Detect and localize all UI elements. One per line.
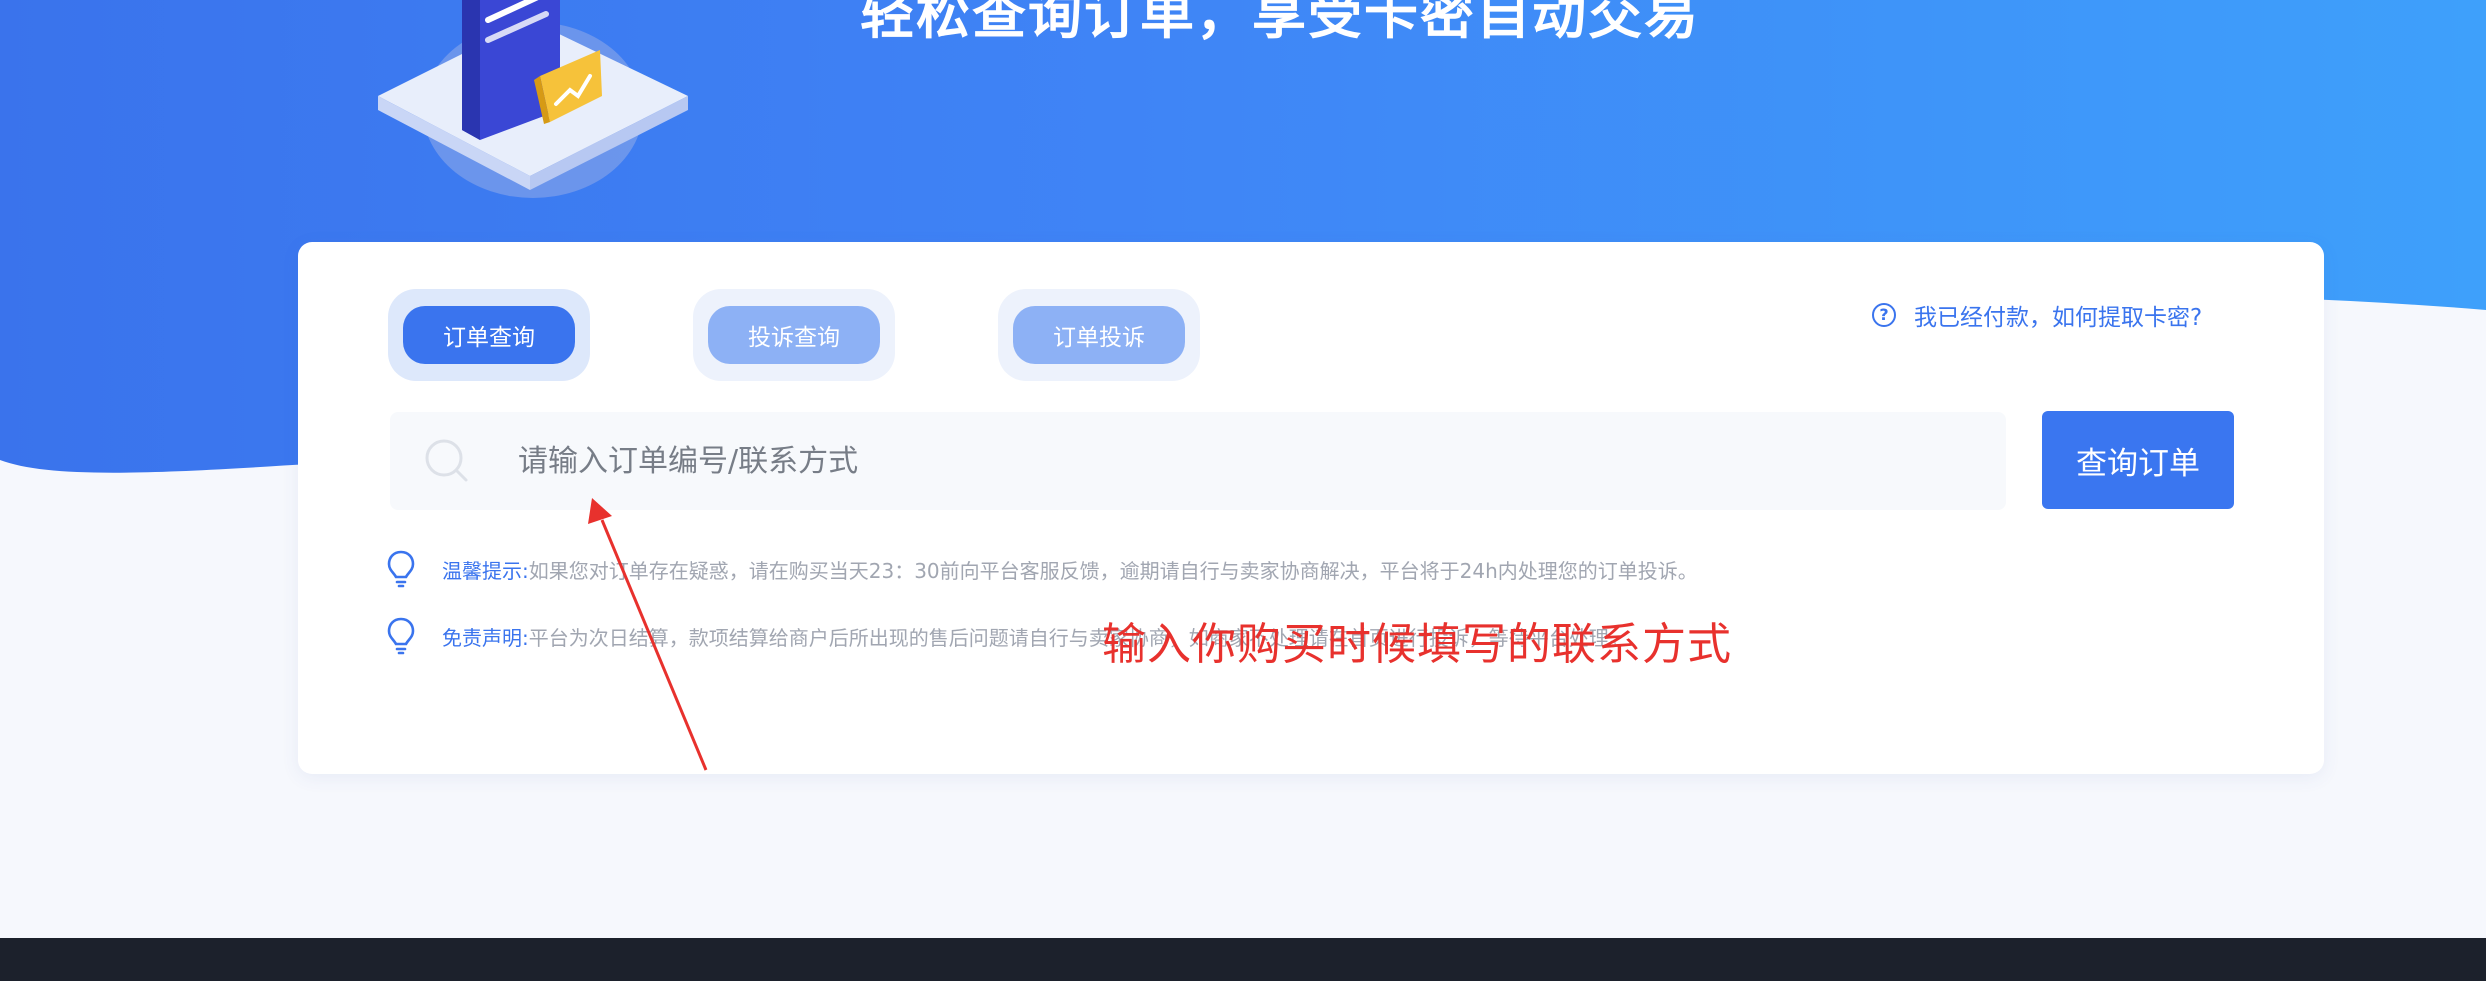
- annotation-label: 输入你购买时候填写的联系方式: [1102, 619, 1732, 670]
- tab-order-query[interactable]: 订单查询: [388, 289, 590, 381]
- warm-tip-label: 温馨提示:: [442, 558, 529, 583]
- search-icon: [425, 439, 468, 482]
- lightbulb-icon: [387, 550, 415, 588]
- tab-order-complaint-label: 订单投诉: [1013, 306, 1185, 364]
- tab-order-complaint[interactable]: 订单投诉: [998, 289, 1200, 381]
- question-circle-icon: ?: [1872, 303, 1896, 327]
- order-search-input[interactable]: [518, 412, 1978, 510]
- warm-tip-notice: 温馨提示: 如果您对订单存在疑惑，请在购买当天23：30前向平台客服反馈，逾期请…: [386, 549, 1698, 589]
- tab-complaint-query-label: 投诉查询: [708, 306, 880, 364]
- disclaimer-label: 免责声明:: [442, 625, 529, 650]
- tab-order-query-label: 订单查询: [403, 306, 575, 364]
- document-illustration: [378, 0, 688, 198]
- query-order-button[interactable]: 查询订单: [2042, 411, 2234, 509]
- lightbulb-icon: [387, 617, 415, 655]
- search-box: [390, 412, 2006, 510]
- hero-title: 轻松查询订单，享受卡密自动交易: [860, 0, 1700, 46]
- help-link-label: 我已经付款，如何提取卡密?: [1914, 305, 2203, 331]
- warm-tip-text: 如果您对订单存在疑惑，请在购买当天23：30前向平台客服反馈，逾期请自行与卖家协…: [528, 558, 1698, 583]
- tab-complaint-query[interactable]: 投诉查询: [693, 289, 895, 381]
- footer: [0, 938, 2486, 981]
- how-to-get-card-key-link[interactable]: ? 我已经付款，如何提取卡密?: [1872, 298, 2202, 332]
